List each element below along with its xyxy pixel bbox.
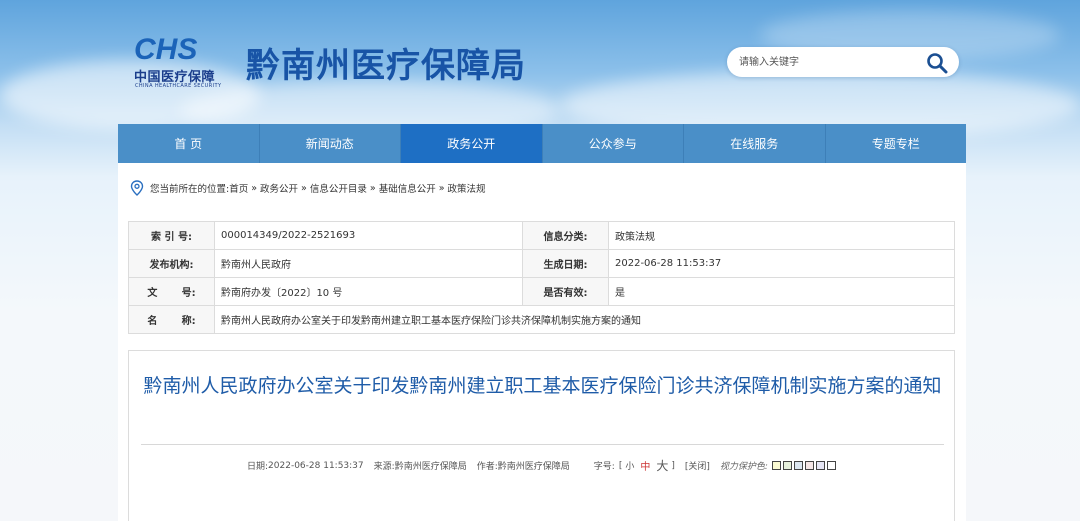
logo-english-text: CHINA HEALTHCARE SECURITY bbox=[135, 83, 222, 89]
chs-logo-mark: CHS bbox=[134, 33, 197, 63]
breadcrumb-separator: » bbox=[251, 182, 258, 194]
breadcrumb-separator: » bbox=[301, 182, 307, 194]
breadcrumb-separator: » bbox=[369, 182, 376, 194]
breadcrumb-government-affairs[interactable]: 政务公开 bbox=[260, 181, 298, 195]
breadcrumb-separator: » bbox=[438, 182, 445, 194]
nav-item-online-service[interactable]: 在线服务 bbox=[684, 124, 826, 163]
eyecare-color-swatch[interactable] bbox=[804, 461, 814, 470]
eyecare-color-swatch[interactable] bbox=[782, 461, 792, 470]
article: 黔南州人民政府办公室关于印发黔南州建立职工基本医疗保险门诊共济保障机制实施方案的… bbox=[128, 350, 955, 521]
breadcrumb-home[interactable]: 首页 bbox=[229, 181, 248, 195]
author-value: 黔南州医疗保障局 bbox=[497, 462, 570, 472]
article-title: 黔南州人民政府办公室关于印发黔南州建立职工基本医疗保险门诊共济保障机制实施方案的… bbox=[143, 375, 942, 397]
table-row: 文 号: 黔南府办发〔2022〕10 号 是否有效: 是 bbox=[128, 277, 955, 306]
main-nav: 首 页 新闻动态 政务公开 公众参与 在线服务 专题专栏 bbox=[118, 124, 966, 163]
search-icon[interactable] bbox=[926, 52, 948, 74]
font-small-button[interactable]: 小 bbox=[625, 459, 634, 472]
search-input[interactable] bbox=[739, 54, 919, 70]
eyecare-color-swatch[interactable] bbox=[826, 461, 836, 470]
publisher-label: 发布机构: bbox=[128, 249, 215, 278]
author-label: 作者: bbox=[476, 462, 498, 472]
nav-item-government-affairs[interactable]: 政务公开 bbox=[401, 124, 543, 163]
breadcrumb: 您当前所在的位置: 首页 » 政务公开 » 信息公开目录 » 基础信息公开 » … bbox=[130, 178, 486, 198]
divider bbox=[141, 444, 944, 445]
eyecare-color-swatch[interactable] bbox=[771, 461, 781, 470]
valid-value: 是 bbox=[608, 277, 955, 306]
breadcrumb-info-catalog[interactable]: 信息公开目录 bbox=[310, 181, 367, 195]
article-meta: 日期: 2022-06-28 11:53:37 来源: 黔南州医疗保障局 作者:… bbox=[247, 457, 836, 474]
name-value: 黔南州人民政府办公室关于印发黔南州建立职工基本医疗保险门诊共济保障机制实施方案的… bbox=[214, 305, 955, 334]
publisher-value: 黔南州人民政府 bbox=[214, 249, 523, 278]
nav-item-special-topics[interactable]: 专题专栏 bbox=[826, 124, 967, 163]
logo-mark-text: CHS bbox=[134, 33, 197, 63]
created-value: 2022-06-28 11:53:37 bbox=[608, 249, 955, 278]
category-label: 信息分类: bbox=[522, 221, 609, 250]
site-logo[interactable]: CHS 中国医疗保障 CHINA HEALTHCARE SECURITY bbox=[133, 33, 228, 91]
breadcrumb-policy[interactable]: 政策法规 bbox=[448, 181, 486, 195]
table-row: 索 引 号: 000014349/2022-2521693 信息分类: 政策法规 bbox=[128, 221, 955, 250]
content-panel: 您当前所在的位置: 首页 » 政务公开 » 信息公开目录 » 基础信息公开 » … bbox=[118, 163, 966, 521]
category-value: 政策法规 bbox=[608, 221, 955, 250]
created-label: 生成日期: bbox=[522, 249, 609, 278]
table-row: 名 称: 黔南州人民政府办公室关于印发黔南州建立职工基本医疗保险门诊共济保障机制… bbox=[128, 305, 955, 334]
breadcrumb-basic-info[interactable]: 基础信息公开 bbox=[379, 181, 436, 195]
nav-item-home[interactable]: 首 页 bbox=[118, 124, 260, 163]
eyecare-swatches bbox=[770, 461, 836, 470]
index-value: 000014349/2022-2521693 bbox=[214, 221, 523, 250]
eyecare-color-swatch[interactable] bbox=[793, 461, 803, 470]
font-large-button[interactable]: 大 bbox=[656, 457, 668, 474]
docno-value: 黔南府办发〔2022〕10 号 bbox=[214, 277, 523, 306]
valid-label: 是否有效: bbox=[522, 277, 609, 306]
date-value: 2022-06-28 11:53:37 bbox=[268, 460, 364, 471]
nav-item-public-participation[interactable]: 公众参与 bbox=[543, 124, 684, 163]
name-label: 名 称: bbox=[128, 305, 215, 334]
close-button[interactable]: [关闭] bbox=[685, 459, 710, 472]
site-title: 黔南州医疗保障局 bbox=[246, 46, 526, 86]
location-pin-icon bbox=[130, 180, 144, 196]
date-label: 日期: bbox=[247, 462, 269, 472]
document-meta-table: 索 引 号: 000014349/2022-2521693 信息分类: 政策法规… bbox=[128, 221, 955, 334]
breadcrumb-prefix: 您当前所在的位置: bbox=[150, 184, 230, 195]
eyecare-color-swatch[interactable] bbox=[815, 461, 825, 470]
source-label: 来源: bbox=[373, 462, 395, 472]
docno-label: 文 号: bbox=[128, 277, 215, 306]
font-medium-button[interactable]: 中 bbox=[640, 458, 650, 473]
index-label: 索 引 号: bbox=[128, 221, 215, 250]
fontsize-label: 字号: bbox=[593, 462, 615, 472]
fontsize-bracket-close: ] bbox=[671, 460, 675, 471]
eyecare-label: 视力保护色: bbox=[719, 462, 768, 472]
search-box bbox=[727, 47, 959, 77]
fontsize-bracket-open: [ bbox=[618, 460, 623, 471]
table-row: 发布机构: 黔南州人民政府 生成日期: 2022-06-28 11:53:37 bbox=[128, 249, 955, 278]
nav-item-news[interactable]: 新闻动态 bbox=[260, 124, 401, 163]
source-value: 黔南州医疗保障局 bbox=[394, 462, 467, 472]
